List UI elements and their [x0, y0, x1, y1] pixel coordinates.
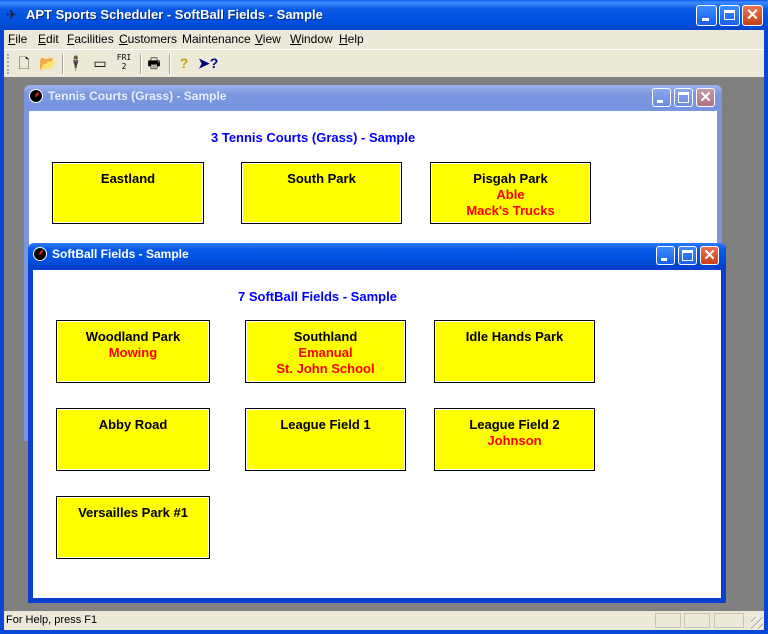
status-text: For Help, press F1 — [6, 614, 98, 626]
maximize-button[interactable] — [719, 5, 740, 26]
toolbar-separator — [140, 54, 142, 74]
tennis-window-title: Tennis Courts (Grass) - Sample — [48, 89, 227, 103]
menu-maintenance[interactable]: Maintenance — [182, 32, 251, 46]
facility-name: Abby Road — [98, 417, 168, 432]
app-titlebar[interactable]: ✈ APT Sports Scheduler - SoftBall Fields… — [0, 0, 768, 30]
facility-name: Southland — [293, 329, 358, 344]
resize-grip[interactable] — [751, 617, 763, 629]
minimize-button[interactable] — [696, 5, 717, 26]
facility-name: Idle Hands Park — [465, 329, 564, 344]
facility-card[interactable]: Pisgah Park Able Mack's Trucks — [430, 162, 591, 224]
help-question-icon[interactable]: ? — [174, 53, 194, 73]
maximize-icon — [724, 10, 735, 20]
menu-edit[interactable]: Edit — [38, 32, 59, 46]
menu-accel: C — [119, 32, 128, 46]
toolbar-separator — [62, 54, 64, 74]
softball-window-titlebar[interactable]: SoftBall Fields - Sample ✕ — [28, 243, 726, 267]
status-pane — [714, 613, 744, 628]
menu-file[interactable]: File — [8, 32, 27, 46]
facility-booking: Johnson — [487, 433, 542, 448]
status-bar: For Help, press F1 — [4, 611, 764, 630]
softball-maximize-button[interactable] — [678, 246, 697, 265]
maximize-icon — [682, 250, 693, 261]
close-icon: ✕ — [699, 89, 712, 106]
menu-accel: E — [38, 32, 47, 46]
minimize-icon — [657, 100, 663, 103]
tennis-close-button[interactable]: ✕ — [696, 88, 715, 107]
facility-booking: Mowing — [108, 345, 158, 360]
tennis-heading: 3 Tennis Courts (Grass) - Sample — [211, 130, 416, 145]
facility-name: Pisgah Park — [473, 171, 548, 186]
toolbar-grip[interactable] — [7, 54, 11, 74]
facility-card[interactable]: Eastland — [52, 162, 204, 224]
facility-name: League Field 2 — [469, 417, 560, 432]
tennis-maximize-button[interactable] — [674, 88, 693, 107]
calendar-day-icon[interactable]: FRI 2 — [114, 53, 134, 73]
facility-card[interactable]: Woodland Park Mowing — [56, 320, 210, 383]
close-icon: ✕ — [703, 247, 716, 264]
facility-card[interactable]: Idle Hands Park — [434, 320, 595, 383]
maximize-icon — [678, 92, 689, 103]
minimize-icon — [661, 258, 667, 261]
menu-accel: W — [290, 32, 302, 46]
toolbar: 🗋 📂 🕴 ▭ FRI 2 🖶 ? ➤? — [4, 49, 764, 77]
softball-window-title: SoftBall Fields - Sample — [52, 247, 189, 261]
app-window: ✈ APT Sports Scheduler - SoftBall Fields… — [0, 0, 768, 634]
menu-bar: File Edit Facilities Customers Maintenan… — [4, 30, 764, 49]
facility-booking: Mack's Trucks — [466, 203, 555, 218]
facility-card[interactable]: Versailles Park #1 — [56, 496, 210, 559]
facility-rectangle-icon[interactable]: ▭ — [90, 53, 110, 73]
menu-accel: H — [339, 32, 348, 46]
facility-card[interactable]: Southland Emanual St. John School — [245, 320, 406, 383]
softball-fields-window: SoftBall Fields - Sample ✕ 7 SoftBall Fi… — [28, 243, 726, 603]
status-pane — [655, 613, 681, 628]
facility-card[interactable]: League Field 2 Johnson — [434, 408, 595, 471]
app-title: APT Sports Scheduler - SoftBall Fields -… — [26, 7, 323, 22]
facility-name: Versailles Park #1 — [78, 505, 188, 520]
facility-name: League Field 1 — [280, 417, 371, 432]
menu-window[interactable]: Window — [290, 32, 333, 46]
facility-card[interactable]: South Park — [241, 162, 402, 224]
menu-accel: V — [255, 32, 263, 46]
person-icon[interactable]: 🕴 — [66, 53, 86, 73]
menu-accel: F — [8, 32, 16, 46]
softball-close-button[interactable]: ✕ — [700, 246, 719, 265]
minimize-icon — [702, 18, 709, 21]
tennis-minimize-button[interactable] — [652, 88, 671, 107]
status-pane — [684, 613, 710, 628]
softball-window-body: 7 SoftBall Fields - Sample Woodland Park… — [32, 269, 722, 599]
clock-icon — [33, 247, 47, 261]
new-document-icon[interactable]: 🗋 — [14, 53, 34, 73]
menu-view[interactable]: View — [255, 32, 281, 46]
menu-help[interactable]: Help — [339, 32, 364, 46]
softball-heading: 7 SoftBall Fields - Sample — [238, 289, 397, 304]
facility-card[interactable]: League Field 1 — [245, 408, 406, 471]
context-help-pointer-icon[interactable]: ➤? — [198, 53, 218, 73]
app-logo-icon: ✈ — [6, 7, 17, 22]
facility-name: Eastland — [100, 171, 156, 186]
facility-booking: St. John School — [276, 361, 375, 376]
close-icon: ✕ — [745, 7, 760, 24]
menu-facilities[interactable]: Facilities — [67, 32, 114, 46]
tennis-window-titlebar[interactable]: Tennis Courts (Grass) - Sample ✕ — [24, 85, 722, 109]
close-button[interactable]: ✕ — [742, 5, 763, 26]
facility-card[interactable]: Abby Road — [56, 408, 210, 471]
facility-name: South Park — [287, 171, 356, 186]
toolbar-separator — [169, 54, 171, 74]
softball-minimize-button[interactable] — [656, 246, 675, 265]
open-folder-icon[interactable]: 📂 — [38, 53, 58, 73]
menu-accel: F — [67, 32, 75, 46]
menu-customers[interactable]: Customers — [119, 32, 177, 46]
printer-icon[interactable]: 🖶 — [144, 53, 164, 73]
facility-booking: Emanual — [298, 345, 353, 360]
facility-booking: Able — [496, 187, 525, 202]
clock-icon — [29, 89, 43, 103]
facility-name: Woodland Park — [85, 329, 181, 344]
